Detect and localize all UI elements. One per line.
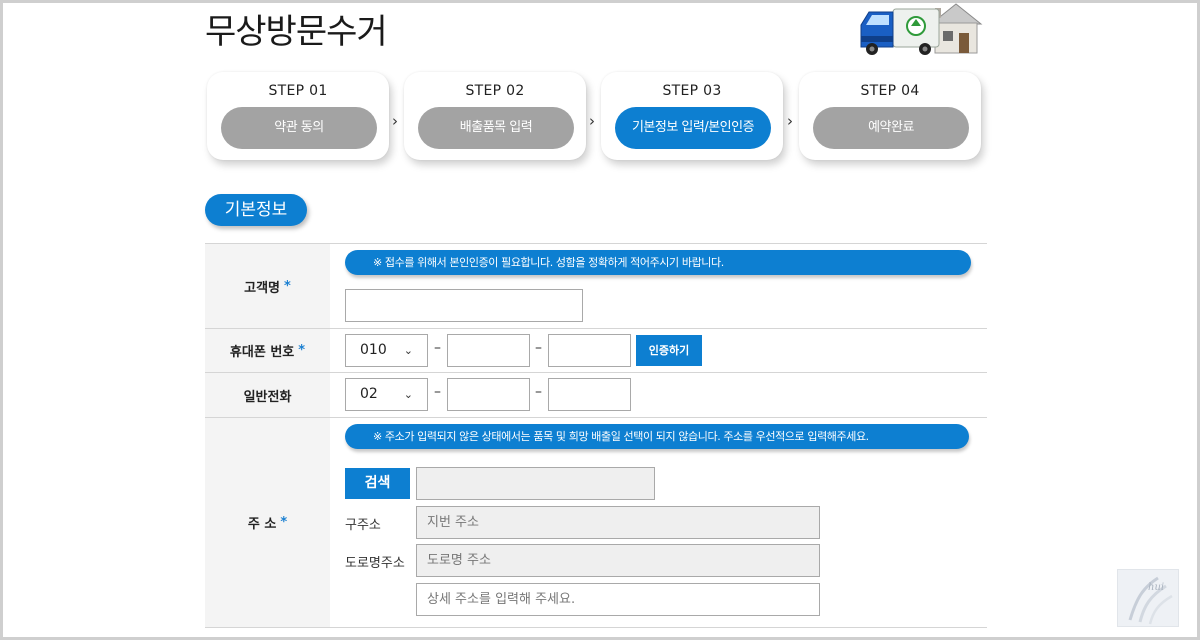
chevron-down-icon: ⌄ <box>403 344 413 357</box>
phone-dash: – <box>535 340 542 356</box>
reservation-page: 무상방문수거 STEP 01 약관 동의 › STEP 02 배출품목 입력 › <box>205 0 987 640</box>
address-field-area: ※ 주소가 입력되지 않은 상태에서는 품목 및 희망 배출일 선택이 되지 않… <box>330 418 987 627</box>
watermark-text: hui <box>1148 582 1164 593</box>
phone-prefix-value: 02 <box>360 386 378 402</box>
mobile-row: 휴대폰 번호 * 010 ⌄ – – 인증하기 <box>205 329 987 373</box>
phone-field-area: 02 ⌄ – – <box>330 373 987 417</box>
step-3-number: STEP 03 <box>662 83 722 99</box>
customer-name-input[interactable] <box>345 289 583 322</box>
step-1-label: 약관 동의 <box>221 107 377 149</box>
phone-prefix-select[interactable]: 02 ⌄ <box>345 378 428 411</box>
mobile-field-area: 010 ⌄ – – 인증하기 <box>330 329 987 372</box>
detail-address-input[interactable]: 상세 주소를 입력해 주세요. <box>416 583 820 616</box>
required-mark: * <box>284 278 291 294</box>
verification-notice: ※ 접수를 위해서 본인인증이 필요합니다. 성함을 정확하게 적어주시기 바랍… <box>345 250 971 275</box>
address-notice: ※ 주소가 입력되지 않은 상태에서는 품목 및 희망 배출일 선택이 되지 않… <box>345 424 969 449</box>
address-search-button[interactable]: 검색 <box>345 468 410 499</box>
required-mark: * <box>280 515 288 530</box>
address-label: 주 소 * <box>205 418 330 627</box>
address-label-text: 주 소 <box>247 517 277 532</box>
old-address-label: 구주소 <box>345 518 381 533</box>
step-chevron-icon: › <box>589 112 595 130</box>
customer-name-label-text: 고객명 <box>244 280 281 296</box>
customer-name-label: 고객명 * <box>205 244 330 328</box>
step-chevron-icon: › <box>787 112 793 130</box>
phone-dash: – <box>535 384 542 400</box>
old-address-input[interactable]: 지번 주소 <box>416 506 820 539</box>
phone-middle-input[interactable] <box>447 378 530 411</box>
zip-code-input[interactable] <box>416 467 655 500</box>
step-2-number: STEP 02 <box>465 83 525 99</box>
customer-name-field-area: ※ 접수를 위해서 본인인증이 필요합니다. 성함을 정확하게 적어주시기 바랍… <box>330 244 987 328</box>
verify-button[interactable]: 인증하기 <box>636 335 702 366</box>
mobile-prefix-value: 010 <box>360 342 387 358</box>
phone-row: 일반전화 02 ⌄ – – <box>205 373 987 418</box>
step-1-card: STEP 01 약관 동의 <box>207 72 389 160</box>
watermark-logo: hui <box>1117 569 1179 627</box>
step-2-card: STEP 02 배출품목 입력 <box>404 72 586 160</box>
road-address-input[interactable]: 도로명 주소 <box>416 544 820 577</box>
customer-name-row: 고객명 * ※ 접수를 위해서 본인인증이 필요합니다. 성함을 정확하게 적어… <box>205 244 987 329</box>
step-4-number: STEP 04 <box>860 83 920 99</box>
step-indicator: STEP 01 약관 동의 › STEP 02 배출품목 입력 › STEP 0… <box>205 72 987 164</box>
page-title: 무상방문수거 <box>205 12 388 52</box>
step-1-number: STEP 01 <box>268 83 328 99</box>
basic-info-form: 고객명 * ※ 접수를 위해서 본인인증이 필요합니다. 성함을 정확하게 적어… <box>205 243 987 628</box>
address-row: 주 소 * ※ 주소가 입력되지 않은 상태에서는 품목 및 희망 배출일 선택… <box>205 418 987 628</box>
phone-dash: – <box>434 340 441 356</box>
truck-house-illustration <box>860 3 983 55</box>
phone-dash: – <box>434 384 441 400</box>
watermark-swirl-icon: hui <box>1128 576 1173 625</box>
mobile-middle-input[interactable] <box>447 334 530 367</box>
step-4-label: 예약완료 <box>813 107 969 149</box>
road-address-label: 도로명주소 <box>345 556 405 571</box>
step-3-card: STEP 03 기본정보 입력/본인인증 <box>601 72 783 160</box>
step-chevron-icon: › <box>392 112 398 130</box>
phone-last-input[interactable] <box>548 378 631 411</box>
mobile-last-input[interactable] <box>548 334 631 367</box>
required-mark: * <box>298 343 306 358</box>
step-3-label-active: 기본정보 입력/본인인증 <box>615 107 771 149</box>
mobile-label-text: 휴대폰 번호 <box>229 345 295 360</box>
phone-label-text: 일반전화 <box>243 389 292 405</box>
step-4-card: STEP 04 예약완료 <box>799 72 981 160</box>
step-2-label: 배출품목 입력 <box>418 107 574 149</box>
mobile-label: 휴대폰 번호 * <box>205 329 330 372</box>
phone-label: 일반전화 <box>205 373 330 417</box>
section-title: 기본정보 <box>205 194 307 226</box>
mobile-prefix-select[interactable]: 010 ⌄ <box>345 334 428 367</box>
chevron-down-icon: ⌄ <box>403 388 413 401</box>
